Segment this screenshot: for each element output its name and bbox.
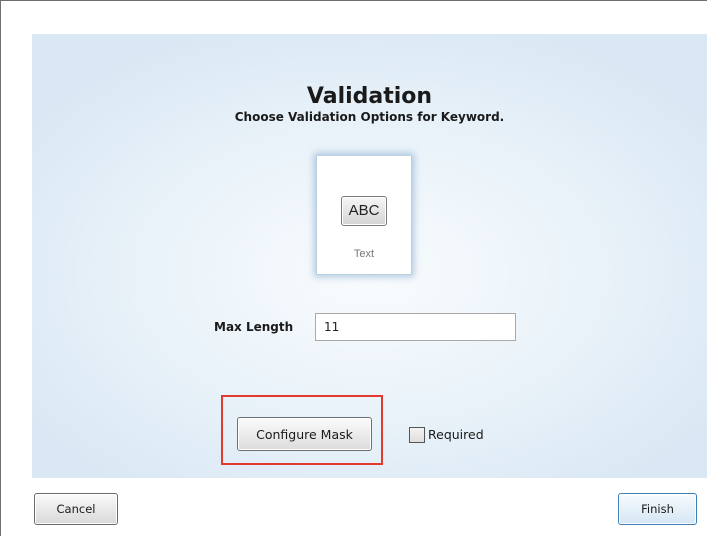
dialog-title: Validation — [306, 84, 433, 109]
window-border-left — [0, 0, 1, 536]
window-border-top — [0, 0, 707, 1]
finish-button[interactable]: Finish — [618, 493, 697, 525]
text-abc-icon: ABC — [341, 196, 387, 226]
type-option-label: Text — [353, 248, 375, 260]
type-option-text[interactable]: ABC Text — [316, 155, 412, 275]
dialog-subtitle: Choose Validation Options for Keyword. — [234, 110, 505, 124]
max-length-label: Max Length — [214, 320, 294, 334]
configure-mask-button[interactable]: Configure Mask — [237, 417, 372, 451]
required-label[interactable]: Required — [428, 427, 484, 443]
cancel-button[interactable]: Cancel — [34, 493, 118, 525]
max-length-input[interactable] — [315, 313, 516, 341]
required-checkbox[interactable] — [409, 427, 425, 443]
validation-panel: Validation Choose Validation Options for… — [32, 34, 707, 478]
